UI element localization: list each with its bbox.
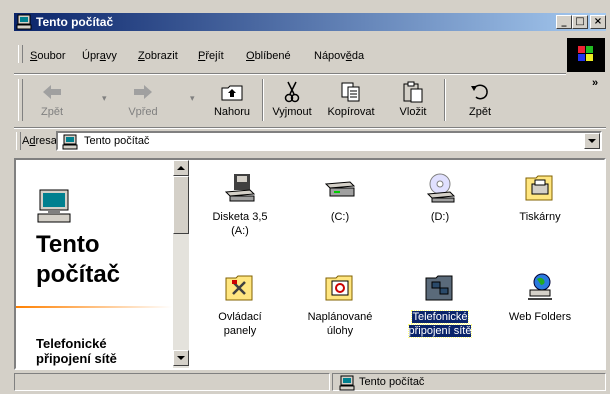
windows-flag-icon — [578, 46, 593, 61]
close-button[interactable]: × — [590, 15, 606, 29]
web-folders-icon — [528, 273, 552, 300]
back-dropdown-icon[interactable]: ▾ — [102, 93, 107, 104]
panel-divider — [16, 306, 172, 308]
toolbar-chevron-icon[interactable]: » — [592, 77, 598, 89]
back-button[interactable]: Zpět — [24, 77, 80, 123]
status-location: Tento počítač — [359, 376, 425, 388]
status-pane-zone: Tento počítač — [332, 373, 606, 391]
web-view-panel: Tento počítač Telefonické připojení sítě — [16, 160, 172, 368]
status-pane-main — [14, 373, 330, 391]
explorer-window: Tento počítač _ □ × Soubor Úpravy Zobraz… — [0, 0, 610, 394]
menu-edit[interactable]: Úpravy — [82, 50, 117, 62]
toolbar-grip[interactable] — [18, 79, 23, 121]
cd-drive-icon — [426, 173, 456, 203]
toolbar-separator — [444, 79, 446, 121]
folder-view: Tento počítač Telefonické připojení sítě D… — [14, 158, 606, 370]
cut-button[interactable]: Vyjmout — [266, 77, 318, 123]
arrow-down-icon — [177, 356, 185, 360]
up-button[interactable]: Nahoru — [206, 77, 258, 123]
copy-icon — [341, 82, 360, 102]
scrollbar-thumb[interactable] — [173, 176, 189, 234]
menu-view[interactable]: Zobrazit — [138, 50, 178, 62]
paste-button[interactable]: Vložit — [388, 77, 438, 123]
menu-help[interactable]: Nápověda — [314, 50, 364, 62]
address-grip[interactable] — [16, 132, 21, 150]
window-title: Tento počítač — [36, 15, 114, 29]
panel-selection-name: Telefonické připojení sítě — [36, 336, 117, 366]
my-computer-icon — [62, 134, 78, 150]
paste-icon — [403, 81, 423, 103]
toolbar-separator — [262, 79, 264, 121]
close-icon: × — [593, 16, 603, 27]
chevron-down-icon — [588, 139, 596, 143]
forward-button[interactable]: Vpřed — [112, 77, 174, 123]
back-arrow-icon — [43, 85, 61, 99]
title-bar[interactable]: Tento počítač _ □ × — [14, 13, 606, 31]
my-computer-large-icon — [37, 189, 71, 223]
windows-logo — [567, 38, 605, 72]
menu-file[interactable]: Soubor — [30, 50, 65, 62]
arrow-up-icon — [177, 166, 185, 170]
scissors-icon — [284, 81, 300, 103]
minimize-button[interactable]: _ — [556, 15, 572, 29]
vertical-scrollbar[interactable] — [173, 160, 189, 368]
address-input[interactable]: Tento počítač — [56, 131, 602, 151]
scheduled-tasks-folder-icon — [325, 275, 353, 301]
copy-button[interactable]: Kopírovat — [320, 77, 382, 123]
menu-grip[interactable] — [18, 45, 23, 63]
maximize-button[interactable]: □ — [572, 15, 588, 29]
address-value: Tento počítač — [84, 135, 150, 147]
menu-go[interactable]: Přejít — [198, 50, 224, 62]
menu-favorites[interactable]: Oblíbené — [246, 50, 291, 62]
standard-toolbar: Zpět ▾ Vpřed ▾ Nahoru Vyjmout Kopírovat … — [14, 75, 606, 127]
floppy-drive-icon — [224, 174, 256, 202]
my-computer-icon — [339, 375, 355, 391]
address-bar: Adresa Tento počítač — [14, 129, 606, 155]
panel-title: Tento počítač — [36, 231, 121, 288]
undo-button[interactable]: Zpět — [450, 77, 510, 123]
scroll-up-button[interactable] — [173, 160, 189, 176]
maximize-icon: □ — [575, 16, 585, 27]
scroll-down-button[interactable] — [173, 350, 189, 366]
forward-arrow-icon — [134, 85, 152, 99]
dialup-networking-folder-icon — [425, 275, 453, 301]
minimize-icon: _ — [561, 16, 567, 27]
status-bar: Tento počítač — [14, 372, 606, 392]
menu-bar: Soubor Úpravy Zobrazit Přejít Oblíbené N… — [14, 33, 606, 73]
forward-dropdown-icon[interactable]: ▾ — [190, 93, 195, 104]
control-panel-folder-icon — [225, 275, 253, 301]
hard-drive-icon — [324, 181, 356, 197]
printers-folder-icon — [525, 175, 553, 201]
my-computer-icon — [16, 14, 32, 30]
address-dropdown-button[interactable] — [584, 133, 600, 149]
address-label: Adresa — [22, 135, 57, 147]
folder-up-icon — [221, 85, 243, 101]
undo-icon — [471, 84, 488, 100]
